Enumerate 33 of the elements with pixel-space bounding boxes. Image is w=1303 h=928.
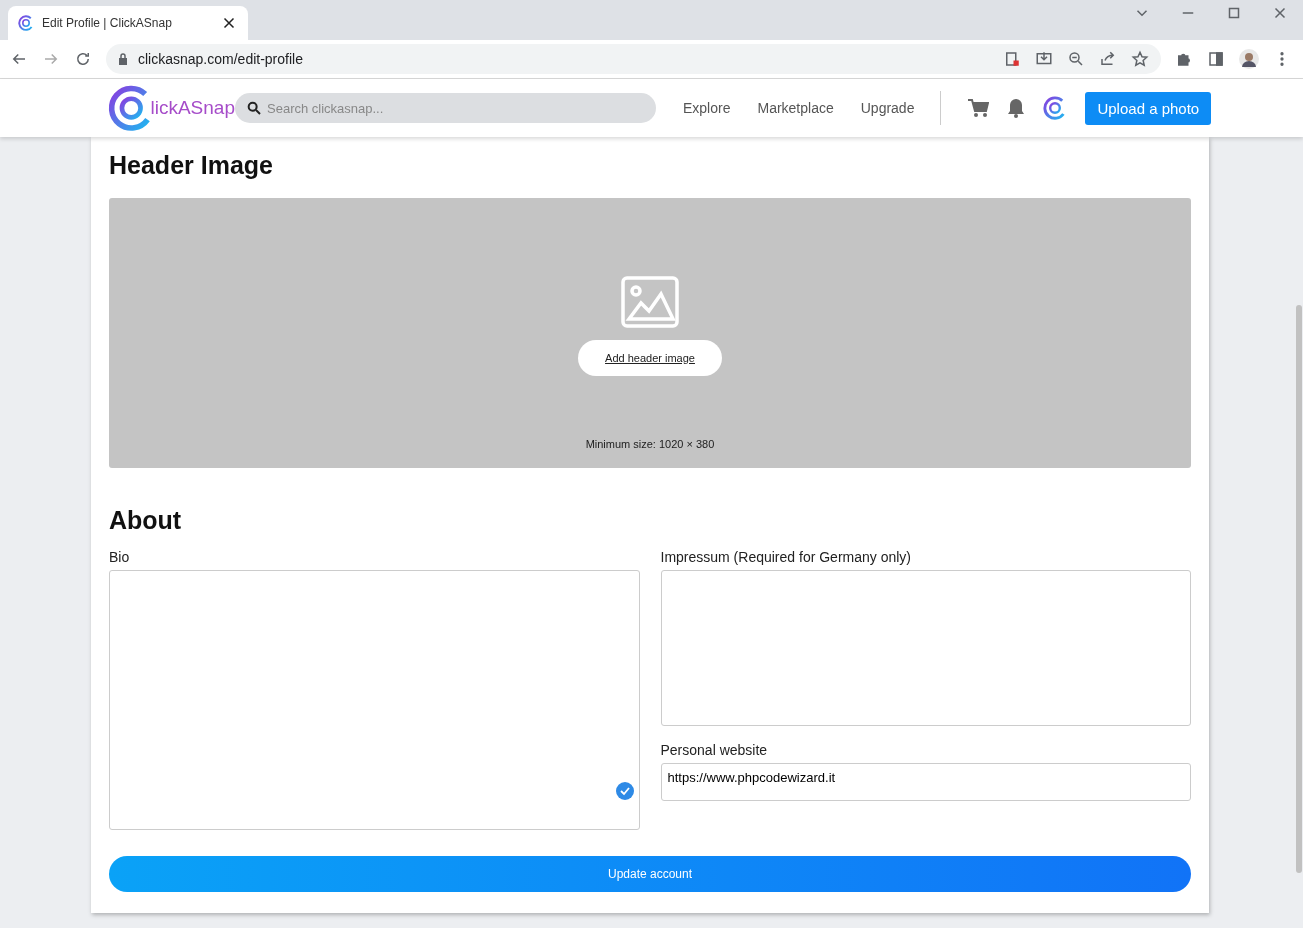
favicon-icon (18, 15, 34, 31)
bell-icon[interactable] (1007, 98, 1026, 118)
size-hint: Minimum size: 1020 × 380 (585, 438, 715, 450)
nav-link[interactable]: Marketplace (757, 100, 834, 116)
section-title: About (109, 506, 183, 535)
impressum-field[interactable] (660, 570, 1191, 726)
section-title: Header Image (109, 151, 274, 180)
scrollbar-thumb[interactable] (1296, 305, 1302, 873)
website-field[interactable]: https://www.phpcodewizard.it (660, 763, 1191, 801)
lock-icon (118, 53, 128, 65)
zoom-out-icon[interactable] (1067, 50, 1085, 68)
field-label: Bio (109, 549, 131, 565)
image-icon (621, 276, 679, 328)
share-icon[interactable] (1099, 50, 1117, 68)
logo-text: lickASnap (150, 97, 235, 119)
field-label: Personal website (660, 742, 769, 758)
browser-tab[interactable]: Edit Profile | ClickASnap (8, 6, 248, 40)
field-label: Impressum (Required for Germany only) (660, 549, 913, 565)
add-header-image-button[interactable]: Add header image (578, 340, 722, 376)
bio-field[interactable] (109, 570, 640, 830)
avatar-icon[interactable] (1239, 49, 1259, 69)
reload-icon[interactable] (74, 50, 92, 68)
update-account-button[interactable]: Update account (109, 856, 1191, 892)
star-icon[interactable] (1131, 50, 1149, 68)
url-text: clickasnap.com/edit-profile (138, 51, 304, 67)
header-image-dropzone[interactable]: Add header image Minimum size: 1020 × 380 (109, 198, 1191, 468)
clipboard-icon[interactable] (1003, 50, 1021, 68)
nav-link[interactable]: Upgrade (860, 100, 915, 116)
side-panel-icon[interactable] (1207, 50, 1225, 68)
nav-link[interactable]: Explore (683, 100, 731, 116)
cart-icon[interactable] (967, 98, 990, 118)
search-field[interactable]: Search clickasnap... (235, 93, 656, 123)
address-bar[interactable]: clickasnap.com/edit-profile (106, 44, 1161, 74)
